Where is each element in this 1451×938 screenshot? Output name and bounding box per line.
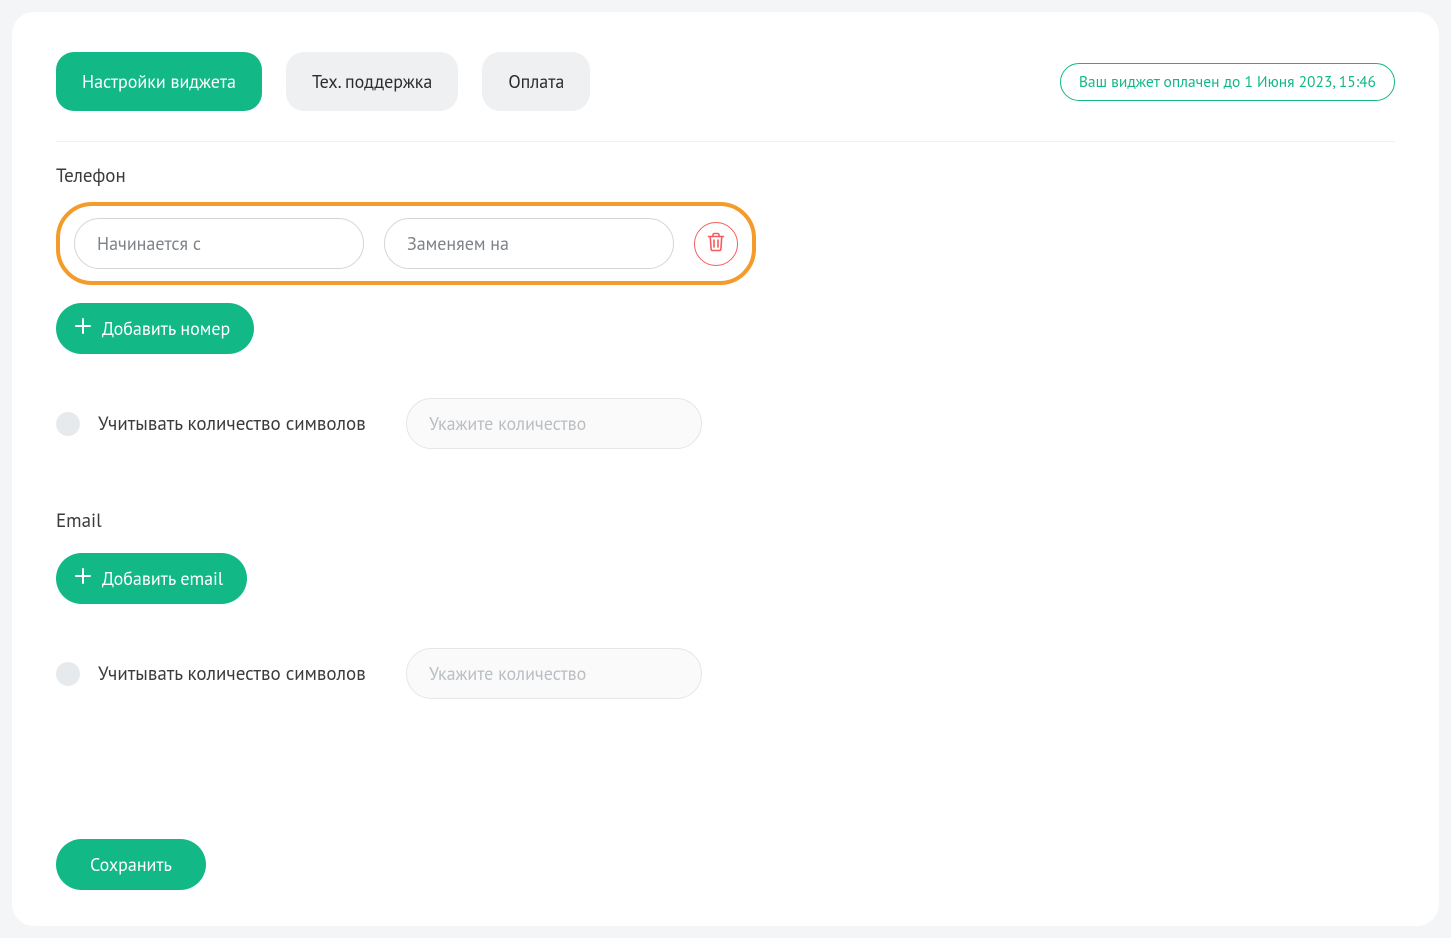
add-email-label: Добавить email (102, 567, 223, 590)
topbar: Настройки виджета Тех. поддержка Оплата … (56, 52, 1395, 142)
add-phone-button[interactable]: Добавить номер (56, 303, 254, 354)
phone-count-chars-row: Учитывать количество символов (56, 398, 1395, 449)
plus-icon (74, 317, 92, 340)
plus-icon (74, 567, 92, 590)
email-count-chars-radio[interactable] (56, 662, 80, 686)
phone-rule-row (56, 202, 756, 285)
tab-payment[interactable]: Оплата (482, 52, 590, 111)
save-button[interactable]: Сохранить (56, 839, 206, 890)
email-count-chars-label: Учитывать количество символов (98, 662, 388, 686)
settings-card: Настройки виджета Тех. поддержка Оплата … (12, 12, 1439, 926)
tab-tech-support[interactable]: Тех. поддержка (286, 52, 458, 111)
paid-until-badge: Ваш виджет оплачен до 1 Июня 2023, 15:46 (1060, 63, 1395, 101)
add-email-button[interactable]: Добавить email (56, 553, 247, 604)
phone-section-label: Телефон (56, 164, 1395, 188)
phone-count-chars-radio[interactable] (56, 412, 80, 436)
trash-icon (707, 232, 725, 255)
tabs: Настройки виджета Тех. поддержка Оплата (56, 52, 590, 111)
phone-count-input (406, 398, 702, 449)
email-count-input (406, 648, 702, 699)
phone-replace-with-input[interactable] (384, 218, 674, 269)
phone-count-chars-label: Учитывать количество символов (98, 412, 388, 436)
email-count-chars-row: Учитывать количество символов (56, 648, 1395, 699)
email-section-label: Email (56, 509, 1395, 533)
phone-starts-with-input[interactable] (74, 218, 364, 269)
delete-phone-rule-button[interactable] (694, 222, 738, 266)
add-phone-label: Добавить номер (102, 317, 230, 340)
tab-widget-settings[interactable]: Настройки виджета (56, 52, 262, 111)
